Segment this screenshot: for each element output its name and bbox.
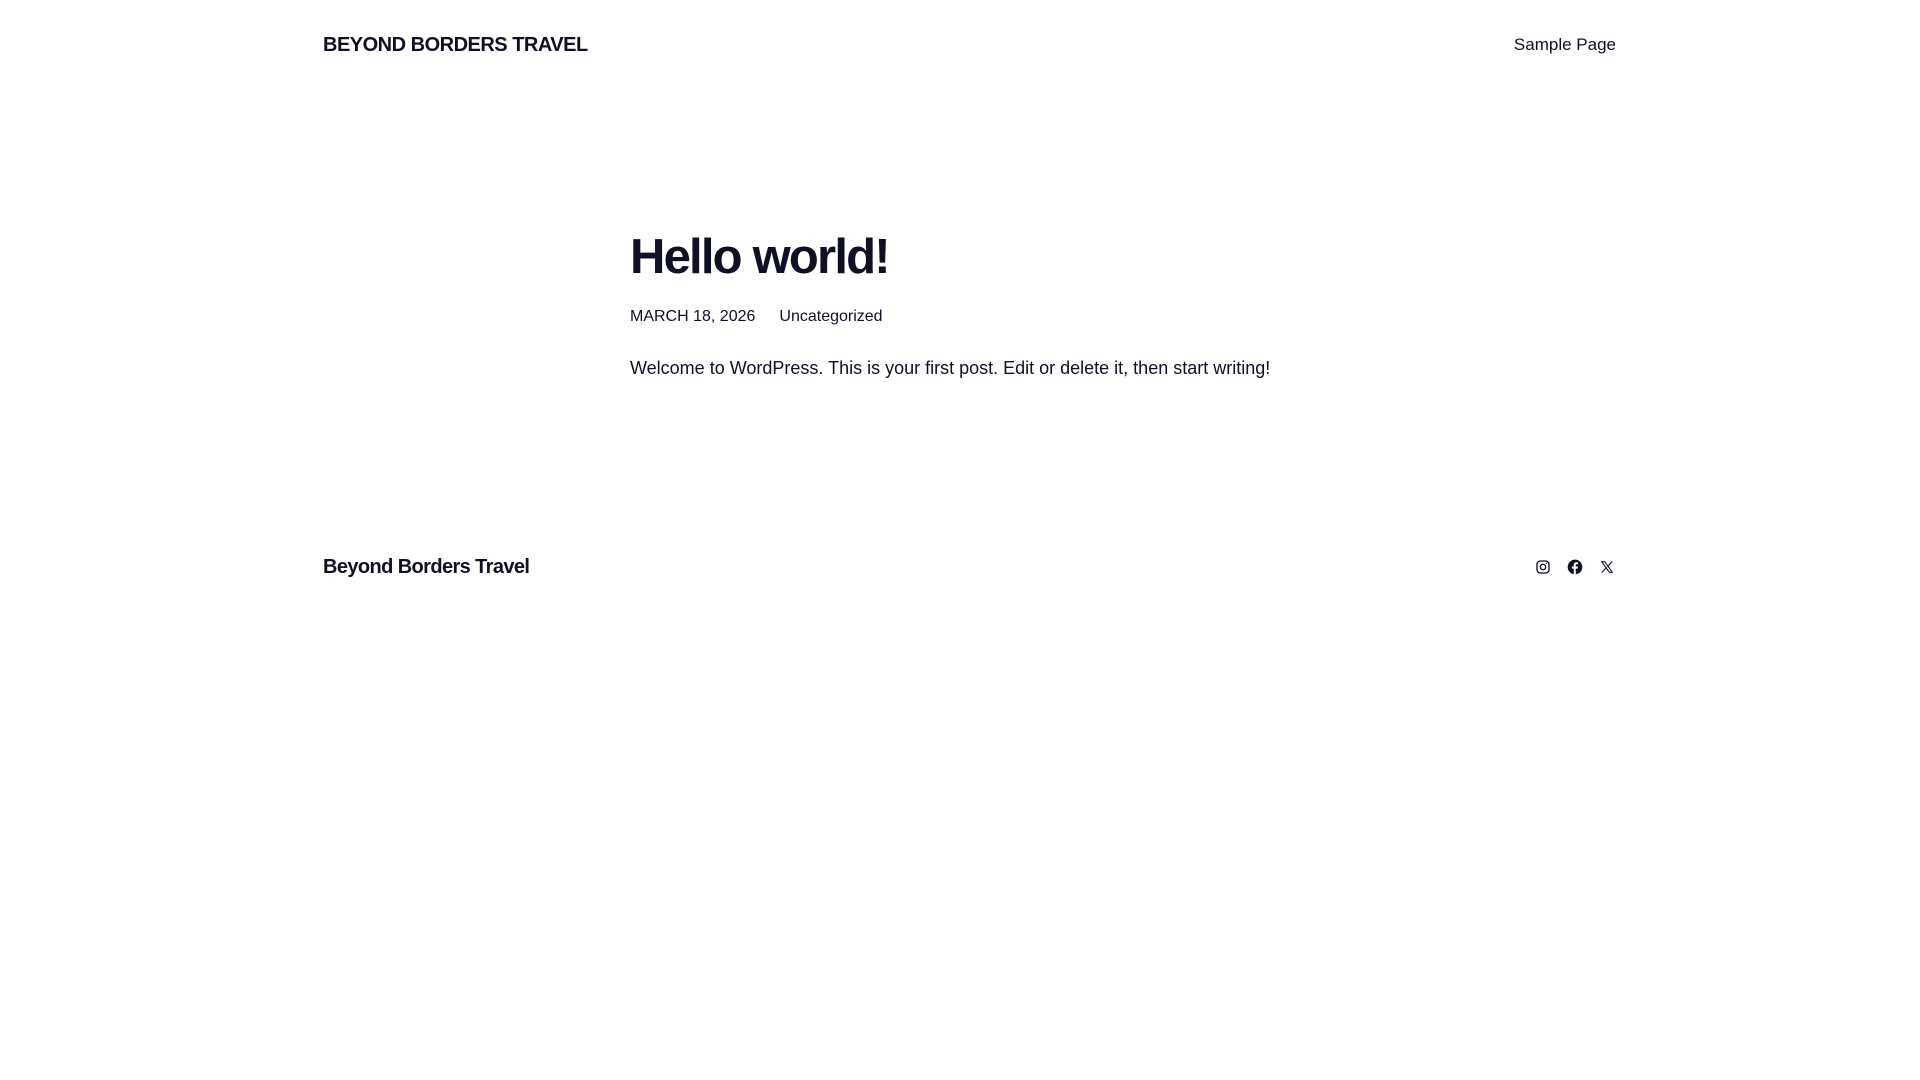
x-link[interactable] (1598, 558, 1616, 576)
footer-site-title[interactable]: Beyond Borders Travel (323, 556, 530, 579)
site-footer: Beyond Borders Travel (323, 552, 1616, 582)
post: Hello world! MARCH 18, 2026 Uncategorize… (630, 225, 1330, 398)
post-content: Welcome to WordPress. This is your first… (630, 358, 1271, 378)
post-meta: MARCH 18, 2026 Uncategorized (630, 307, 1330, 327)
site-title-link[interactable]: BEYOND BORDERS TRAVEL (323, 34, 588, 57)
instagram-link[interactable] (1534, 558, 1552, 576)
post-date: MARCH 18, 2026 (630, 308, 756, 325)
social-links (1534, 558, 1616, 576)
main-navigation: Sample Page (1514, 35, 1616, 55)
nav-link-sample-page[interactable]: Sample Page (1514, 35, 1616, 54)
site-header: BEYOND BORDERS TRAVEL Sample Page (323, 30, 1616, 60)
facebook-link[interactable] (1566, 558, 1584, 576)
x-icon (1601, 561, 1613, 573)
facebook-icon (1567, 559, 1583, 575)
post-title[interactable]: Hello world! (630, 225, 1330, 289)
post-category-link[interactable]: Uncategorized (779, 307, 882, 327)
instagram-icon (1536, 560, 1550, 574)
